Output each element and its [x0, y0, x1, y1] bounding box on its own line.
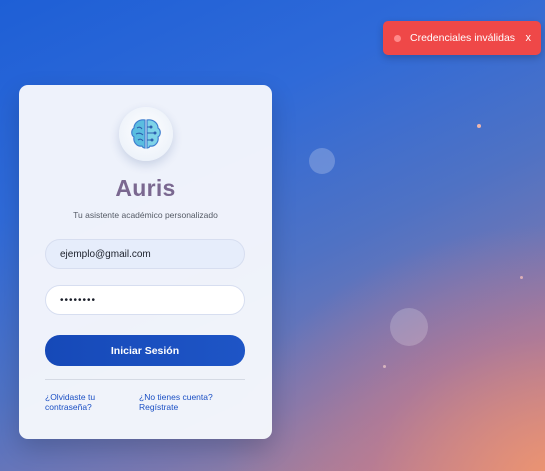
divider: [45, 379, 245, 380]
toast-message: Credenciales inválidas: [410, 32, 516, 44]
brain-icon-graphic: [131, 119, 161, 149]
app-tagline: Tu asistente académico personalizado: [73, 210, 218, 220]
error-toast: Credenciales inválidas x: [383, 21, 541, 55]
email-input[interactable]: [45, 239, 245, 269]
login-card: Auris Tu asistente académico personaliza…: [19, 85, 272, 439]
toast-close-button[interactable]: x: [526, 32, 532, 44]
background-bubble: [390, 308, 428, 346]
background-dot: [520, 276, 523, 279]
signup-link[interactable]: ¿No tienes cuenta? Regístrate: [139, 392, 239, 412]
brain-icon: [119, 107, 173, 161]
background-dot: [383, 365, 386, 368]
background-bubble: [309, 148, 335, 174]
error-icon: [394, 34, 401, 42]
password-input[interactable]: [45, 285, 245, 315]
background-dot: [477, 124, 481, 128]
forgot-password-link[interactable]: ¿Olvidaste tu contraseña?: [45, 392, 115, 412]
login-button[interactable]: Iniciar Sesión: [45, 335, 245, 366]
app-title: Auris: [115, 175, 176, 201]
